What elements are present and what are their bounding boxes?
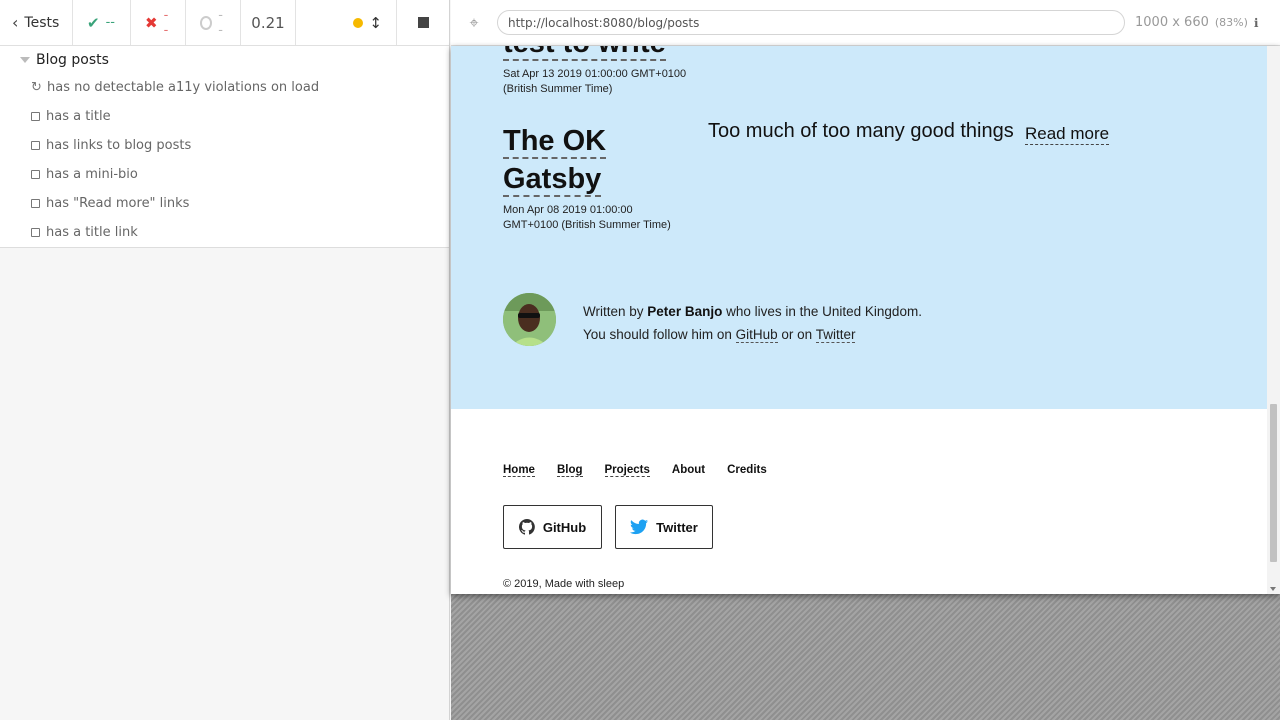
test-label: has a title [46,109,111,124]
suite-blog-posts: Blog posts ↻ has no detectable a11y viol… [0,46,449,248]
auto-scroll-toggle[interactable]: ↕ [296,0,397,45]
twitter-button[interactable]: Twitter [615,505,713,549]
checkbox-icon [31,199,40,208]
test-label: has "Read more" links [46,196,190,211]
info-icon[interactable]: ℹ [1254,16,1259,30]
test-label: has links to blog posts [46,138,192,153]
post-date: Mon Apr 08 2019 01:00:00 GMT+0100 (Briti… [503,203,671,233]
post-title-text: The OK [503,125,607,159]
footer-link-about[interactable]: About [672,464,705,477]
checkbox-icon [31,170,40,179]
twitter-link[interactable]: Twitter [815,327,856,343]
checkbox-icon [31,228,40,237]
post-date: Sat Apr 13 2019 01:00:00 GMT+0100 (Briti… [503,67,686,97]
pending-value: -- [218,7,223,38]
footer-link-credits[interactable]: Credits [727,464,767,477]
post-date-line: (British Summer Time) [503,83,613,95]
posts-section: test to write Sat Apr 13 2019 01:00:00 G… [451,46,1267,409]
app-under-test-frame: test to write Sat Apr 13 2019 01:00:00 G… [451,46,1280,594]
checkbox-icon [31,112,40,121]
test-row[interactable]: has a mini-bio [0,160,449,189]
footer-nav: Home Blog Projects About Credits [503,464,789,477]
vertical-arrows-icon: ↕ [369,13,382,32]
stop-button[interactable] [397,0,449,45]
viewport-size: 1000 x 660 [1135,15,1209,30]
bio-suffix: who lives in the United Kingdom. [726,304,922,319]
github-icon [518,519,535,535]
scroll-down-arrow-icon[interactable] [1270,587,1276,591]
github-button-label: GitHub [542,519,587,535]
post-title-link[interactable]: The OK Gatsby [503,122,607,198]
test-row[interactable]: has links to blog posts [0,131,449,160]
passed-value: -- [105,15,115,30]
test-row[interactable]: has "Read more" links [0,189,449,218]
test-runner-panel: ‹ Tests ✔ -- ✖ -- -- 0.21 ↕ Blog posts ↻… [0,0,450,720]
or-on-text: or on [781,327,813,342]
duration: 0.21 [241,0,296,45]
post-title-text: test to write [503,46,666,61]
caret-down-icon [20,56,30,63]
scrollbar-thumb[interactable] [1270,404,1277,562]
test-label: has a title link [46,225,138,240]
suite-title: Blog posts [36,51,109,68]
checkbox-icon [31,141,40,150]
cross-icon: ✖ [145,13,158,32]
avatar-photo-icon [503,293,556,346]
post-date-line: Sat Apr 13 2019 01:00:00 GMT+0100 [503,68,687,80]
viewport-info: 1000 x 660 (83%) ℹ [1135,15,1258,30]
pending-count: -- [186,0,241,45]
test-row[interactable]: has a title link [0,218,449,247]
url-bar: ⌖ http://localhost:8080/blog/posts 1000 … [451,0,1280,46]
follow-prefix: You should follow him on [583,327,732,342]
post-title-text: Gatsby [503,163,602,197]
twitter-button-label: Twitter [656,519,698,535]
selector-playground-button[interactable]: ⌖ [451,13,497,33]
check-icon: ✔ [87,13,100,32]
url-field[interactable]: http://localhost:8080/blog/posts [497,10,1125,35]
running-indicator-icon [353,17,364,28]
post-description: Too much of too many good things [708,120,1014,142]
pending-circle-icon [200,15,213,30]
github-button[interactable]: GitHub [503,505,602,549]
refresh-icon: ↻ [31,80,42,95]
test-label: has no detectable a11y violations on loa… [47,80,320,95]
author-name: Peter Banjo [647,304,723,319]
scrollbar[interactable] [1267,46,1280,594]
failed-count: ✖ -- [131,0,186,45]
tests-back-button[interactable]: ‹ Tests [0,0,73,45]
app-preview-panel: ⌖ http://localhost:8080/blog/posts 1000 … [451,0,1280,720]
mini-bio: Written by Peter Banjo who lives in the … [583,300,922,346]
footer-link-blog[interactable]: Blog [556,464,583,477]
bio-line-1: Written by Peter Banjo who lives in the … [583,300,922,323]
viewport-scale: (83%) [1214,16,1248,29]
post-title-link[interactable]: test to write [503,46,666,62]
suite-title-row[interactable]: Blog posts [0,46,449,73]
footer-link-projects[interactable]: Projects [604,464,650,477]
copyright: © 2019, Made with sleep [503,578,625,590]
github-link[interactable]: GitHub [735,327,778,343]
runner-toolbar: ‹ Tests ✔ -- ✖ -- -- 0.21 ↕ [0,0,449,46]
test-row[interactable]: ↻ has no detectable a11y violations on l… [0,73,449,102]
chevron-left-icon: ‹ [12,13,19,32]
avatar [503,293,556,346]
post-date-line: GMT+0100 (British Summer Time) [503,219,671,231]
test-row[interactable]: has a title [0,102,449,131]
twitter-icon [630,519,649,535]
crosshair-icon: ⌖ [469,12,479,32]
passed-count: ✔ -- [73,0,131,45]
tests-label: Tests [24,14,60,31]
stop-icon [417,17,429,28]
post-date-line: Mon Apr 08 2019 01:00:00 [503,204,633,216]
failed-value: -- [163,7,169,38]
test-label: has a mini-bio [46,167,138,182]
footer-link-home[interactable]: Home [503,464,535,477]
bio-prefix: Written by [583,304,644,319]
bio-line-2: You should follow him on GitHub or on Tw… [583,323,922,346]
read-more-link[interactable]: Read more [1025,124,1110,145]
